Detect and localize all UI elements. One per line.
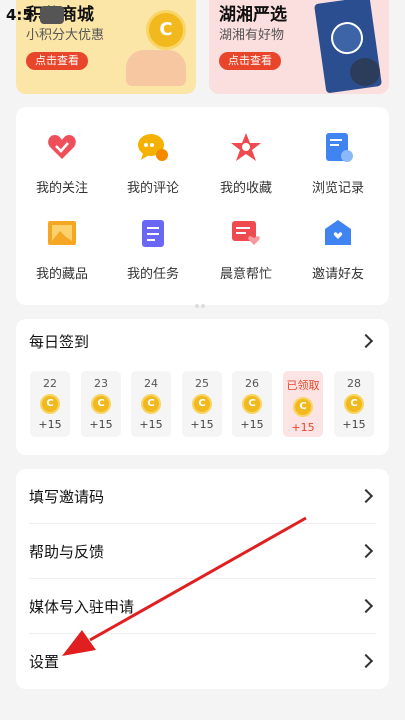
checkin-date: 23 — [94, 377, 108, 390]
huxiang-select-title: 湖湘严选 — [219, 5, 287, 25]
star-icon — [230, 131, 262, 163]
task-icon — [137, 217, 169, 249]
checkin-day-claimed[interactable]: 已领取 C +15 — [283, 371, 323, 437]
collection-icon — [46, 217, 78, 249]
page-indicator — [195, 293, 209, 308]
shortcut-invite[interactable]: 邀请好友 — [293, 217, 383, 282]
status-time: 4:5 — [6, 6, 33, 24]
checkin-date: 24 — [144, 377, 158, 390]
checkin-reward: +15 — [291, 421, 315, 434]
checkin-date: 22 — [43, 377, 57, 390]
checkin-day[interactable]: 22 C +15 — [30, 371, 70, 437]
shortcut-label: 我的藏品 — [35, 267, 88, 282]
coin-icon: C — [146, 10, 186, 50]
huxiang-select-subtitle: 湖湘有好物 — [219, 28, 285, 43]
coin-icon: C — [40, 394, 60, 414]
shortcut-comments[interactable]: 我的评论 — [108, 131, 198, 196]
daily-checkin-card: 每日签到 22 C +15 23 C +15 24 C +15 25 C +15… — [16, 319, 389, 455]
invite-icon — [322, 217, 354, 249]
coin-icon: C — [192, 394, 212, 414]
points-mall-subtitle: 小积分大优惠 — [26, 28, 105, 43]
checkin-date: 26 — [245, 377, 259, 390]
shortcut-label: 我的关注 — [35, 181, 88, 196]
shortcut-favorites[interactable]: 我的收藏 — [201, 131, 291, 196]
checkin-day[interactable]: 25 C +15 — [182, 371, 222, 437]
shortcut-collection[interactable]: 我的藏品 — [17, 217, 107, 282]
menu-item-help-feedback[interactable]: 帮助与反馈 — [16, 524, 389, 579]
checkin-reward: +15 — [89, 418, 113, 431]
checkin-day[interactable]: 28 C +15 — [334, 371, 374, 437]
teapot-image — [350, 58, 380, 86]
shortcut-label: 我的收藏 — [219, 181, 272, 196]
shortcut-label: 邀请好友 — [311, 267, 364, 282]
checkin-date: 已领取 — [286, 379, 320, 392]
chevron-right-icon — [358, 543, 374, 559]
huxiang-select-view-button[interactable]: 点击查看 — [219, 52, 281, 70]
heart-icon — [46, 131, 78, 163]
checkin-date: 25 — [195, 377, 209, 390]
history-icon — [322, 131, 354, 163]
shortcut-label: 我的任务 — [126, 267, 179, 282]
chevron-right-icon[interactable] — [358, 333, 374, 349]
menu-item-label: 帮助与反馈 — [29, 543, 105, 561]
checkin-reward: +15 — [139, 418, 163, 431]
shortcut-help[interactable]: 晨意帮忙 — [201, 217, 291, 282]
shortcut-tasks[interactable]: 我的任务 — [108, 217, 198, 282]
chevron-right-icon — [358, 653, 374, 669]
checkin-reward: +15 — [240, 418, 264, 431]
checkin-reward: +15 — [342, 418, 366, 431]
shortcut-grid: 我的关注 我的评论 我的收藏 浏览记录 我的藏品 我的任务 晨意帮忙 邀请好友 — [16, 107, 389, 308]
checkin-reward: +15 — [190, 418, 214, 431]
coin-icon: C — [344, 394, 364, 414]
menu-item-invite-code[interactable]: 填写邀请码 — [16, 469, 389, 524]
menu-item-label: 填写邀请码 — [29, 488, 105, 506]
points-mall-view-button[interactable]: 点击查看 — [26, 52, 88, 70]
checkin-reward: +15 — [38, 418, 62, 431]
chevron-right-icon — [358, 598, 374, 614]
menu-item-settings[interactable]: 设置 — [16, 634, 389, 689]
menu-item-label: 媒体号入驻申请 — [29, 598, 135, 616]
status-indicator-icon — [40, 6, 64, 24]
bottom-nav-edge — [0, 710, 405, 720]
shortcut-history[interactable]: 浏览记录 — [293, 131, 383, 196]
checkin-date: 28 — [347, 377, 361, 390]
checkin-day[interactable]: 23 C +15 — [81, 371, 121, 437]
checkin-day[interactable]: 24 C +15 — [131, 371, 171, 437]
help-icon — [230, 217, 262, 249]
coin-icon: C — [242, 394, 262, 414]
menu-item-media-application[interactable]: 媒体号入驻申请 — [16, 579, 389, 634]
hand-illustration — [126, 50, 186, 86]
shortcut-label: 浏览记录 — [311, 181, 364, 196]
settings-menu-list: 填写邀请码 帮助与反馈 媒体号入驻申请 设置 — [16, 469, 389, 689]
coin-icon: C — [141, 394, 161, 414]
shortcut-following[interactable]: 我的关注 — [17, 131, 107, 196]
shortcut-label: 晨意帮忙 — [219, 267, 272, 282]
coin-icon: C — [91, 394, 111, 414]
comment-icon — [137, 131, 169, 163]
daily-checkin-title: 每日签到 — [29, 333, 90, 351]
shortcut-label: 我的评论 — [126, 181, 179, 196]
checkin-day[interactable]: 26 C +15 — [232, 371, 272, 437]
menu-item-label: 设置 — [29, 653, 60, 671]
chevron-right-icon — [358, 488, 374, 504]
coin-icon: C — [293, 397, 313, 417]
